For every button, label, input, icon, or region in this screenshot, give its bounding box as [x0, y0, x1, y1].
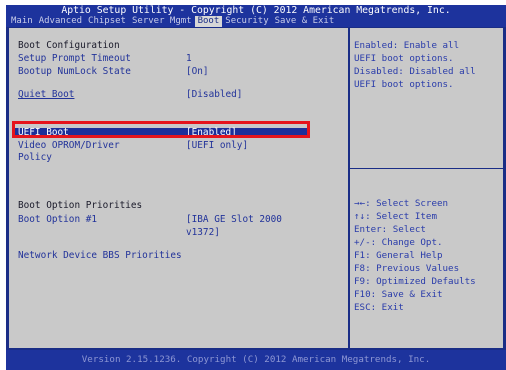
help-panel: Enabled: Enable all UEFI boot options. D… — [350, 28, 503, 348]
boot-option-1-value-cont: v1372] — [186, 227, 220, 238]
quiet-boot-value[interactable]: [Disabled] — [186, 89, 242, 101]
help-divider — [350, 168, 503, 169]
footer-version: Version 2.15.1236. Copyright (C) 2012 Am… — [6, 350, 506, 370]
key-hint: F8: Previous Values — [354, 263, 460, 274]
key-hint: Enter: Select — [354, 224, 426, 235]
menu-bar: Main Advanced Chipset Server Mgmt Boot S… — [6, 16, 506, 27]
video-oprom-label[interactable]: Video OPROM/Driver — [18, 140, 120, 152]
video-oprom-label-cont: Policy — [18, 152, 52, 163]
video-oprom-value[interactable]: [UEFI only] — [186, 140, 248, 152]
key-hint: F10: Save & Exit — [354, 289, 443, 300]
setup-prompt-timeout-value[interactable]: 1 — [186, 53, 192, 65]
key-hint: ↑↓: Select Item — [354, 211, 437, 222]
help-line: UEFI boot options. — [354, 79, 454, 90]
key-hint: F1: General Help — [354, 250, 443, 261]
boot-option-1-label[interactable]: Boot Option #1 — [18, 214, 97, 226]
section-boot-configuration: Boot Configuration — [18, 40, 120, 51]
quiet-boot-label[interactable]: Quiet Boot — [18, 89, 74, 101]
help-line: UEFI boot options. — [354, 53, 454, 64]
bootup-numlock-label[interactable]: Bootup NumLock State — [18, 66, 131, 78]
network-device-bbs-priorities[interactable]: Network Device BBS Priorities — [18, 250, 182, 262]
highlight-box — [12, 121, 310, 138]
menu-server-mgmt[interactable]: Server Mgmt — [129, 16, 195, 27]
bios-screen: Aptio Setup Utility - Copyright (C) 2012… — [6, 5, 506, 370]
bootup-numlock-value[interactable]: [On] — [186, 66, 209, 78]
bios-title: Aptio Setup Utility - Copyright (C) 2012… — [61, 5, 451, 16]
menu-save-exit[interactable]: Save & Exit — [272, 16, 338, 27]
menu-main[interactable]: Main — [8, 16, 36, 27]
boot-option-1-value[interactable]: [IBA GE Slot 2000 — [186, 214, 282, 226]
help-line: Disabled: Disabled all — [354, 66, 476, 77]
menu-security[interactable]: Security — [222, 16, 271, 27]
setup-prompt-timeout-label[interactable]: Setup Prompt Timeout — [18, 53, 131, 65]
settings-panel: Boot Configuration Setup Prompt Timeout … — [9, 28, 348, 348]
title-bar: Aptio Setup Utility - Copyright (C) 2012… — [6, 5, 506, 27]
key-hint: F9: Optimized Defaults — [354, 276, 476, 287]
key-hint: +/-: Change Opt. — [354, 237, 443, 248]
menu-advanced[interactable]: Advanced — [36, 16, 85, 27]
section-boot-option-priorities: Boot Option Priorities — [18, 200, 143, 211]
key-hint: →←: Select Screen — [354, 198, 449, 209]
menu-chipset[interactable]: Chipset — [85, 16, 129, 27]
help-line: Enabled: Enable all — [354, 40, 460, 51]
menu-boot[interactable]: Boot — [194, 16, 223, 27]
key-hint: ESC: Exit — [354, 302, 404, 313]
